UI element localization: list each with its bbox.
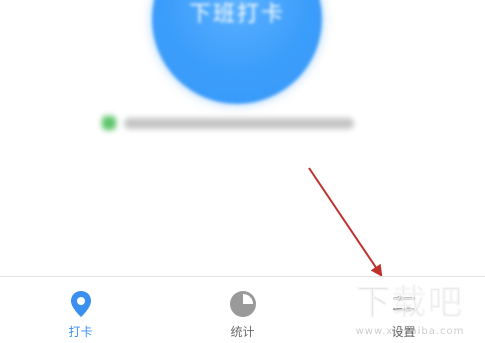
tab-stats[interactable]: 统计	[162, 277, 323, 343]
location-pin-icon	[70, 291, 91, 317]
tab-punch-label: 打卡	[68, 325, 93, 339]
tab-punch[interactable]: 打卡	[0, 277, 161, 343]
watermark-logo: 下载吧	[356, 283, 464, 324]
watermark: 下载吧 www.xiazaiba.com	[340, 282, 480, 340]
watermark-url: www.xiazaiba.com	[355, 326, 465, 337]
pie-chart-icon	[229, 291, 256, 317]
tab-stats-label: 统计	[230, 325, 255, 339]
